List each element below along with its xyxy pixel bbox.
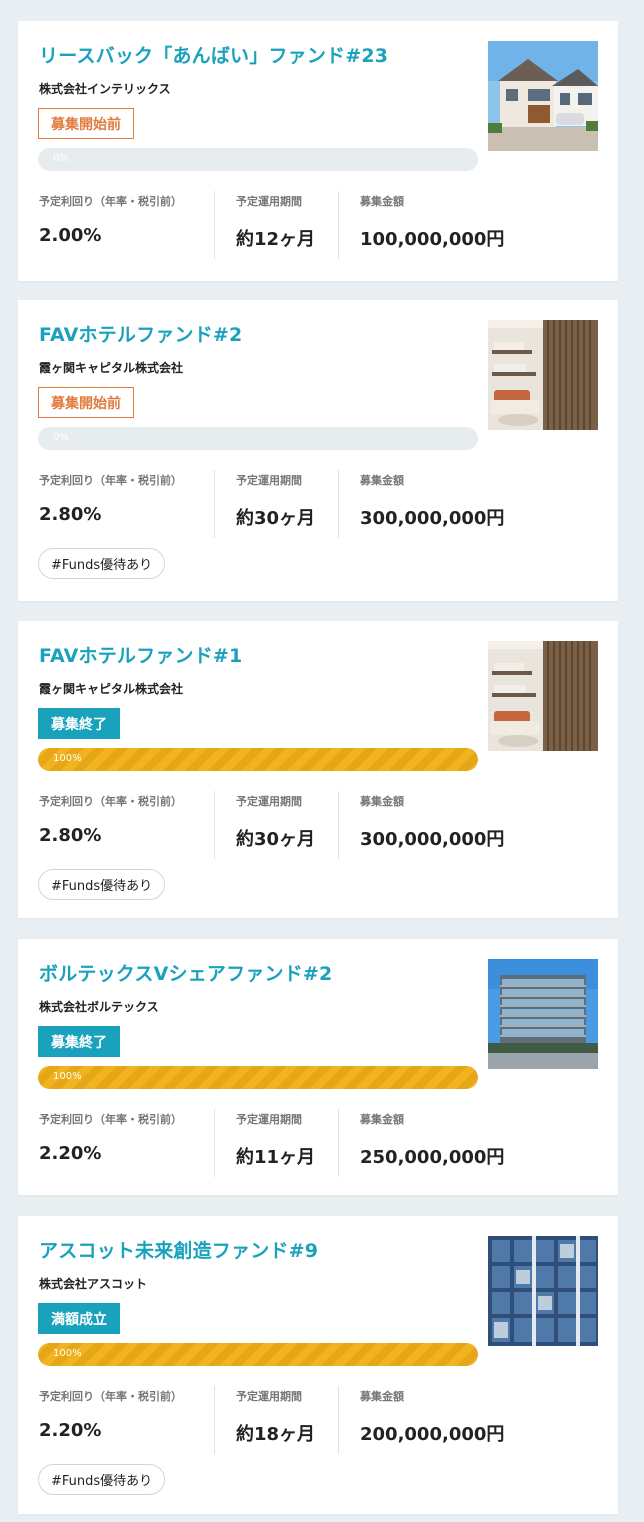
fund-card[interactable]: リースバック「あんばい」ファンド#23 株式会社インテリックス 募集開始前 0%… [18, 21, 618, 281]
status-badge: 満額成立 [38, 1303, 120, 1334]
amount-value: 100,000,000円 [360, 229, 505, 250]
fund-company: 霞ヶ関キャピタル株式会社 [39, 682, 184, 696]
fund-company: 株式会社アスコット [39, 1277, 148, 1291]
progress-bar: 0% [38, 148, 478, 171]
fund-image-hotel[interactable] [488, 320, 598, 430]
period-value: 約11ヶ月 [236, 1147, 316, 1168]
status-badge: 募集開始前 [38, 387, 134, 418]
yield-stat: 予定利回り（年率・税引前） 2.80% [38, 470, 214, 538]
status-badge: 募集開始前 [38, 108, 134, 139]
amount-value: 250,000,000円 [360, 1147, 505, 1168]
yield-stat: 予定利回り（年率・税引前） 2.00% [38, 191, 214, 259]
period-value: 約30ヶ月 [236, 829, 316, 850]
fund-image-hotel[interactable] [488, 641, 598, 751]
progress-fill [38, 1066, 478, 1089]
fund-company: 株式会社ボルテックス [39, 1000, 159, 1014]
period-label: 予定運用期間 [236, 795, 302, 808]
fund-title[interactable]: ボルテックスVシェアファンド#2 [39, 959, 332, 986]
period-stat: 予定運用期間 約30ヶ月 [214, 791, 338, 859]
progress-label: 100% [53, 753, 82, 764]
fund-card[interactable]: アスコット未来創造ファンド#9 株式会社アスコット 満額成立 100% 予定利回… [18, 1216, 618, 1514]
fund-stats: 予定利回り（年率・税引前） 2.80% 予定運用期間 約30ヶ月 募集金額 30… [38, 470, 538, 538]
amount-stat: 募集金額 300,000,000円 [338, 470, 538, 538]
fund-stats: 予定利回り（年率・税引前） 2.20% 予定運用期間 約18ヶ月 募集金額 20… [38, 1386, 538, 1454]
period-value: 約12ヶ月 [236, 229, 316, 250]
period-stat: 予定運用期間 約30ヶ月 [214, 470, 338, 538]
progress-bar: 0% [38, 427, 478, 450]
progress-bar: 100% [38, 1066, 478, 1089]
amount-label: 募集金額 [360, 474, 404, 487]
fund-card[interactable]: FAVホテルファンド#2 霞ヶ関キャピタル株式会社 募集開始前 0% 予定利回り… [18, 300, 618, 601]
period-label: 予定運用期間 [236, 1390, 302, 1403]
amount-label: 募集金額 [360, 195, 404, 208]
fund-stats: 予定利回り（年率・税引前） 2.00% 予定運用期間 約12ヶ月 募集金額 10… [38, 191, 538, 259]
fund-stats: 予定利回り（年率・税引前） 2.20% 予定運用期間 約11ヶ月 募集金額 25… [38, 1109, 538, 1177]
yield-label: 予定利回り（年率・税引前） [39, 474, 182, 487]
fund-image-house[interactable] [488, 41, 598, 151]
progress-bar: 100% [38, 748, 478, 771]
period-stat: 予定運用期間 約18ヶ月 [214, 1386, 338, 1454]
fund-title[interactable]: リースバック「あんばい」ファンド#23 [39, 41, 388, 68]
yield-value: 2.80% [39, 825, 102, 846]
yield-value: 2.00% [39, 225, 102, 246]
amount-label: 募集金額 [360, 1390, 404, 1403]
period-value: 約30ヶ月 [236, 508, 316, 529]
fund-company: 霞ヶ関キャピタル株式会社 [39, 361, 184, 375]
period-label: 予定運用期間 [236, 474, 302, 487]
amount-value: 300,000,000円 [360, 829, 505, 850]
period-stat: 予定運用期間 約11ヶ月 [214, 1109, 338, 1177]
progress-label: 0% [53, 153, 69, 164]
benefit-tag[interactable]: #Funds優待あり [38, 1464, 166, 1495]
amount-label: 募集金額 [360, 795, 404, 808]
yield-stat: 予定利回り（年率・税引前） 2.20% [38, 1109, 214, 1177]
progress-fill [38, 1343, 478, 1366]
fund-card[interactable]: ボルテックスVシェアファンド#2 株式会社ボルテックス 募集終了 100% 予定… [18, 939, 618, 1195]
fund-card[interactable]: FAVホテルファンド#1 霞ヶ関キャピタル株式会社 募集終了 100% 予定利回… [18, 621, 618, 918]
progress-label: 100% [53, 1348, 82, 1359]
period-label: 予定運用期間 [236, 195, 302, 208]
progress-label: 0% [53, 432, 69, 443]
yield-label: 予定利回り（年率・税引前） [39, 1390, 182, 1403]
benefit-tag[interactable]: #Funds優待あり [38, 869, 166, 900]
fund-title[interactable]: アスコット未来創造ファンド#9 [39, 1236, 318, 1263]
yield-value: 2.20% [39, 1143, 102, 1164]
fund-title[interactable]: FAVホテルファンド#2 [39, 320, 242, 347]
fund-title[interactable]: FAVホテルファンド#1 [39, 641, 242, 668]
status-badge: 募集終了 [38, 1026, 120, 1057]
period-stat: 予定運用期間 約12ヶ月 [214, 191, 338, 259]
period-label: 予定運用期間 [236, 1113, 302, 1126]
amount-stat: 募集金額 300,000,000円 [338, 791, 538, 859]
benefit-tag[interactable]: #Funds優待あり [38, 548, 166, 579]
amount-stat: 募集金額 100,000,000円 [338, 191, 538, 259]
yield-stat: 予定利回り（年率・税引前） 2.80% [38, 791, 214, 859]
yield-stat: 予定利回り（年率・税引前） 2.20% [38, 1386, 214, 1454]
fund-stats: 予定利回り（年率・税引前） 2.80% 予定運用期間 約30ヶ月 募集金額 30… [38, 791, 538, 859]
yield-label: 予定利回り（年率・税引前） [39, 1113, 182, 1126]
amount-value: 300,000,000円 [360, 508, 505, 529]
amount-value: 200,000,000円 [360, 1424, 505, 1445]
status-badge: 募集終了 [38, 708, 120, 739]
amount-label: 募集金額 [360, 1113, 404, 1126]
amount-stat: 募集金額 200,000,000円 [338, 1386, 538, 1454]
fund-image-office[interactable] [488, 959, 598, 1069]
yield-label: 予定利回り（年率・税引前） [39, 795, 182, 808]
yield-value: 2.80% [39, 504, 102, 525]
progress-label: 100% [53, 1071, 82, 1082]
yield-label: 予定利回り（年率・税引前） [39, 195, 182, 208]
fund-image-apartment[interactable] [488, 1236, 598, 1346]
fund-company: 株式会社インテリックス [39, 82, 171, 96]
progress-fill [38, 748, 478, 771]
yield-value: 2.20% [39, 1420, 102, 1441]
amount-stat: 募集金額 250,000,000円 [338, 1109, 538, 1177]
period-value: 約18ヶ月 [236, 1424, 316, 1445]
progress-bar: 100% [38, 1343, 478, 1366]
